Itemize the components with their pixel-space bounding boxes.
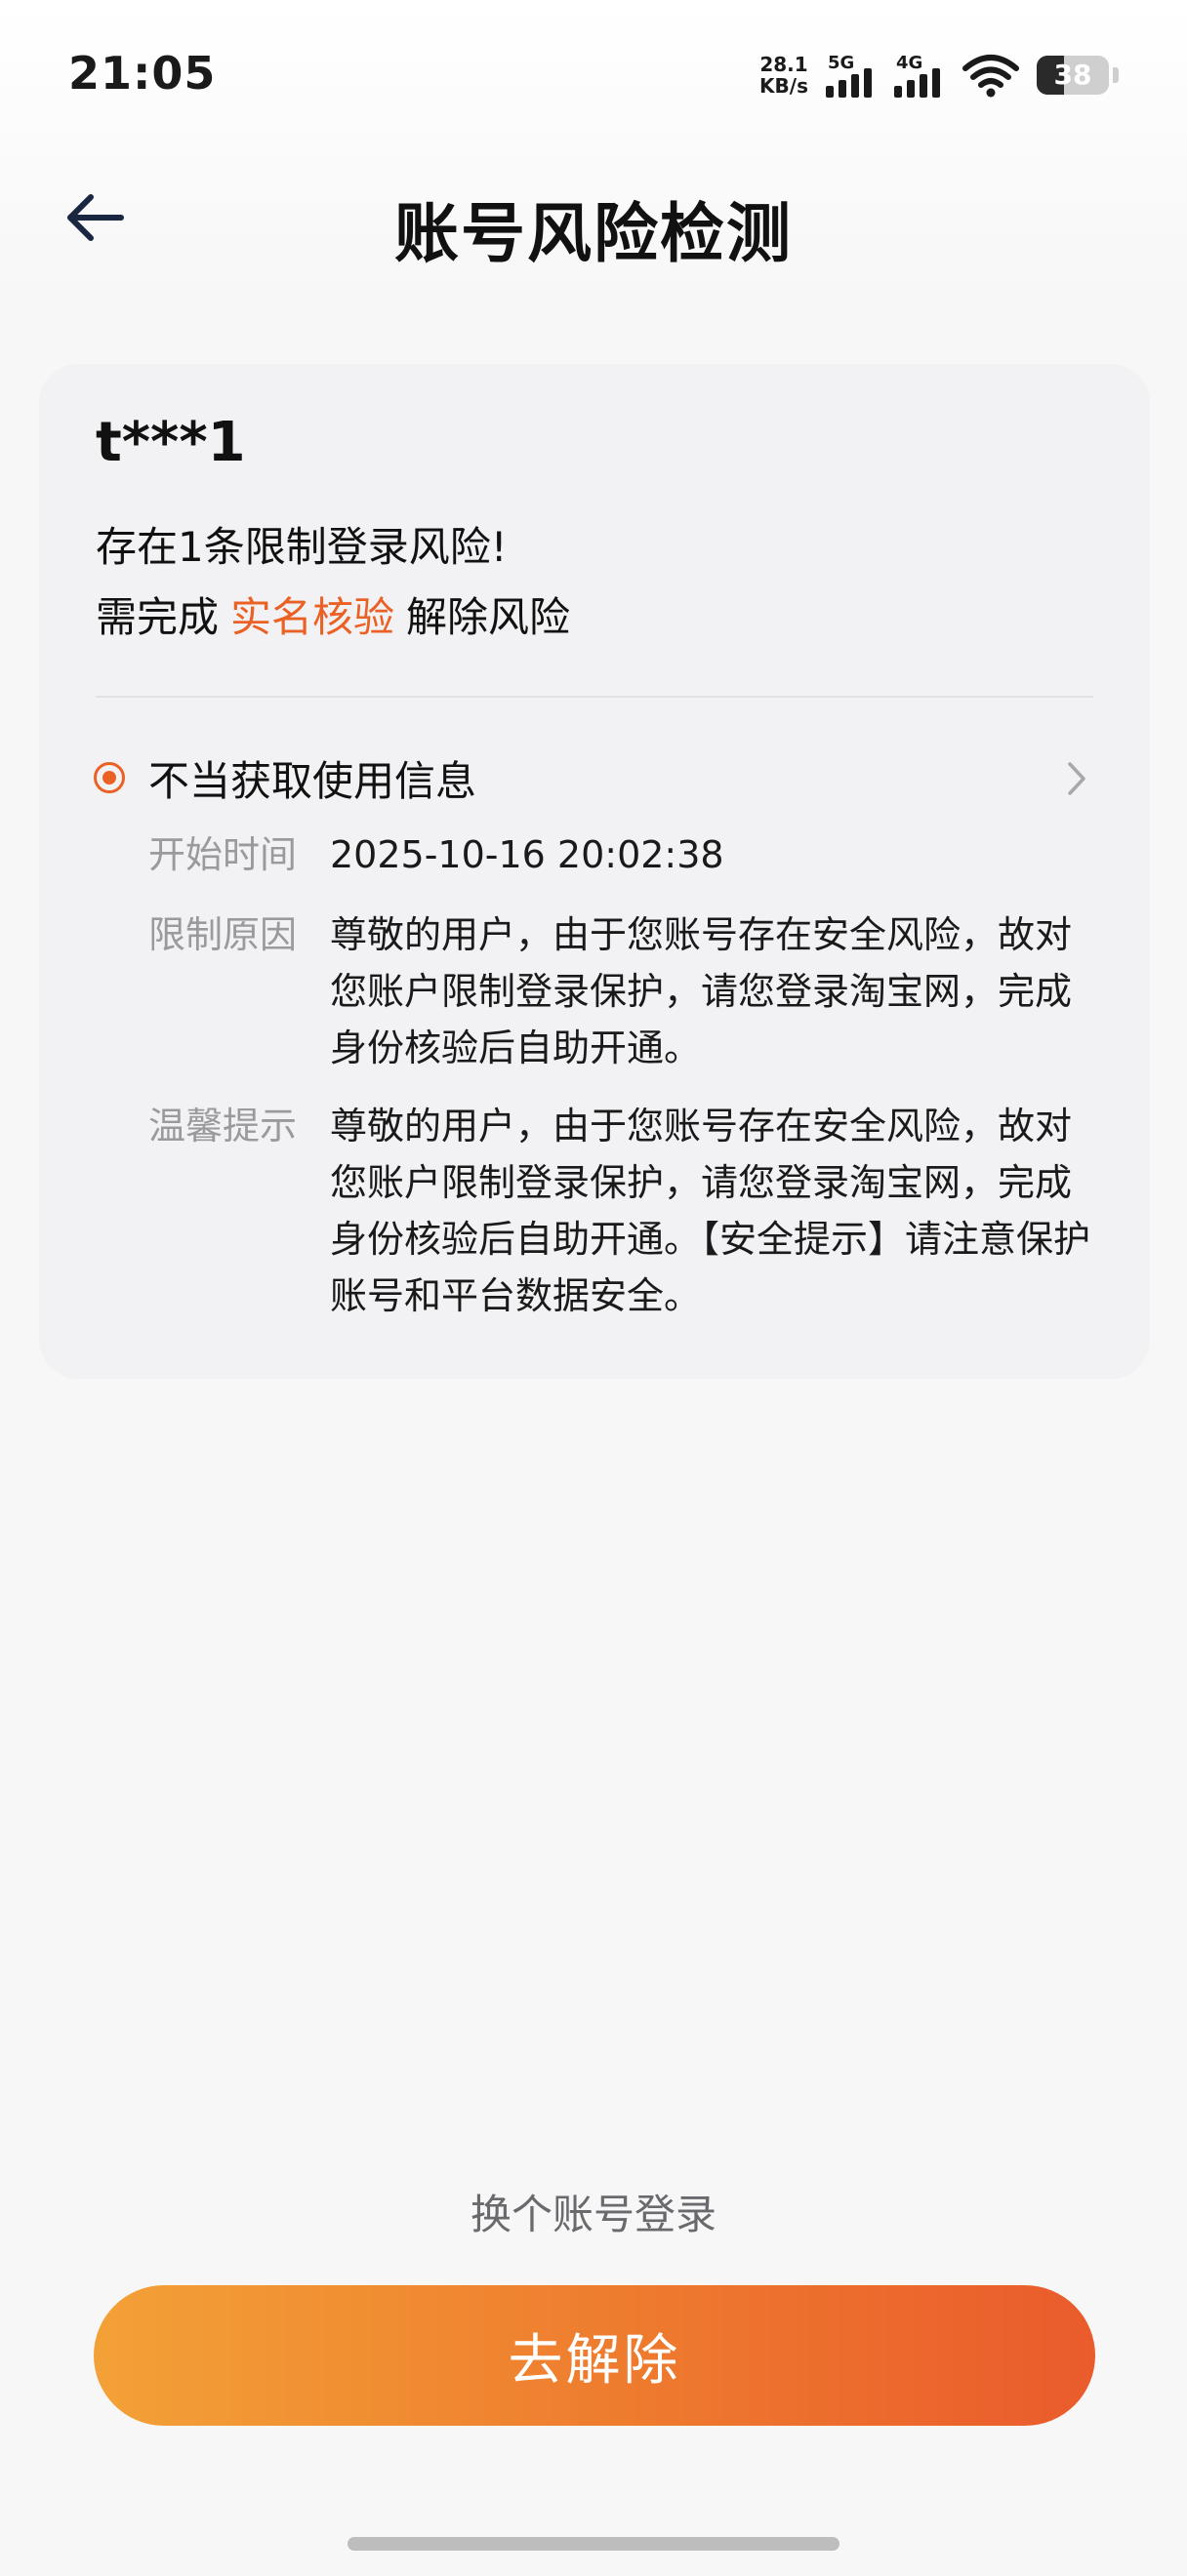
wifi-icon — [962, 55, 1019, 98]
signal-5g-icon: 5G — [826, 53, 877, 98]
battery-icon: 38 — [1037, 56, 1109, 95]
detail-row-start-time: 开始时间 2025-10-16 20:02:38 — [148, 826, 1095, 883]
detail-value: 尊敬的用户，由于您账号存在安全风险，故对您账户限制登录保护，请您登录淘宝网，完成… — [330, 913, 1073, 1069]
status-time: 21:05 — [68, 47, 217, 100]
action-suffix: 解除风险 — [406, 593, 571, 641]
risk-summary: 存在1条限制登录风险! — [96, 523, 508, 571]
detail-label: 温馨提示 — [148, 1105, 298, 1147]
detail-label: 开始时间 — [148, 833, 298, 876]
switch-account-link[interactable]: 换个账号登录 — [0, 2182, 1187, 2241]
verify-identity-link[interactable]: 实名核验 — [230, 593, 394, 641]
risk-dot-icon — [94, 762, 125, 793]
detail-row-tip: 温馨提示 尊敬的用户，由于您账号存在安全风险，故对您账户限制登录保护，请您登录淘… — [148, 1098, 1095, 1324]
network-speed: 28.1 KB/s — [759, 54, 808, 97]
signal-4g-icon: 4G — [894, 53, 945, 98]
detail-value: 尊敬的用户，由于您账号存在安全风险，故对您账户限制登录保护，请您登录淘宝网，完成… — [330, 1105, 1091, 1317]
status-bar: 21:05 28.1 KB/s 5G 4G 38 — [0, 0, 1187, 146]
network-speed-unit: KB/s — [759, 74, 808, 98]
risk-action-line: 需完成 实名核验 解除风险 — [96, 584, 570, 644]
detail-value: 2025-10-16 20:02:38 — [330, 833, 724, 876]
network-speed-value: 28.1 — [759, 53, 808, 76]
account-name: t***1 — [96, 411, 246, 474]
page-title: 账号风险检测 — [394, 196, 793, 271]
detail-row-reason: 限制原因 尊敬的用户，由于您账号存在安全风险，故对您账户限制登录保护，请您登录淘… — [148, 906, 1095, 1076]
risk-item-title[interactable]: 不当获取使用信息 — [148, 748, 476, 808]
home-indicator[interactable] — [348, 2537, 839, 2551]
battery-cap — [1113, 67, 1119, 83]
status-icons: 28.1 KB/s 5G 4G 38 — [759, 51, 1119, 100]
battery-level: 38 — [1053, 59, 1092, 91]
risk-card: t***1 存在1条限制登录风险! 需完成 实名核验 解除风险 不当获取使用信息 开… — [39, 364, 1150, 1379]
resolve-button[interactable]: 去解除 — [94, 2285, 1095, 2426]
page: 21:05 28.1 KB/s 5G 4G 38 账号风险检测 t***1 存在… — [0, 0, 1187, 2576]
chevron-right-icon[interactable] — [1056, 754, 1095, 803]
action-prefix: 需完成 — [96, 593, 220, 641]
divider — [96, 696, 1093, 698]
detail-label: 限制原因 — [148, 913, 298, 956]
